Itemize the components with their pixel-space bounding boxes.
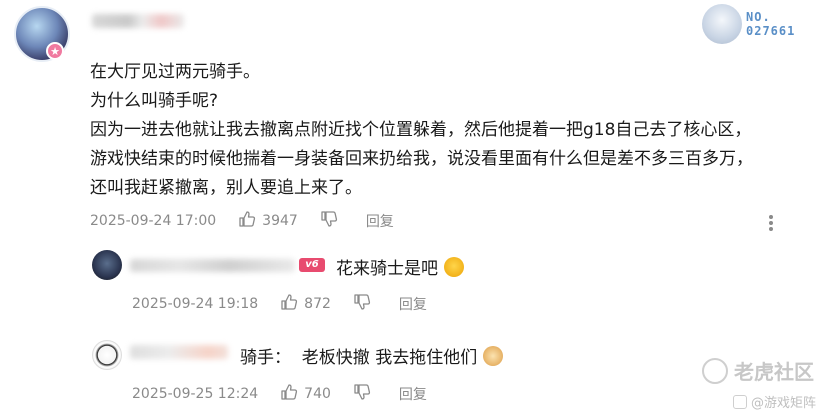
reply-meta: 2025-09-24 19:18 872 回复	[132, 293, 427, 315]
reply-username-blurred[interactable]	[130, 345, 228, 359]
comment-body: 在大厅见过两元骑手。 为什么叫骑手呢? 因为一进去他就让我去撤离点附近找个位置躲…	[90, 58, 790, 203]
level-badge: v6	[299, 258, 325, 272]
reply-button[interactable]: 回复	[366, 211, 394, 231]
platform-logo-icon	[732, 394, 747, 409]
thumbs-up-icon[interactable]	[238, 210, 256, 232]
reply-timestamp: 2025-09-25 12:24	[132, 386, 259, 402]
comment-line: 在大厅见过两元骑手。	[90, 62, 260, 82]
comment-line: 还叫我赶紧撤离，别人要追上来了。	[90, 178, 362, 198]
medal-line-2: 027661	[746, 24, 796, 38]
reply-button[interactable]: 回复	[399, 384, 427, 404]
comment-meta: 2025-09-24 17:00 3947 回复	[90, 210, 394, 232]
watermark-text: 老虎社区	[734, 360, 814, 384]
tiger-logo-icon	[702, 357, 728, 384]
thumbs-up-icon[interactable]	[280, 293, 298, 315]
doge-emoji-icon	[483, 346, 504, 366]
reply-timestamp: 2025-09-24 19:18	[132, 296, 259, 312]
thumbs-up-icon[interactable]	[280, 383, 298, 405]
watermark: 老虎社区	[702, 356, 814, 385]
reply-username-blurred[interactable]	[130, 259, 295, 272]
medal-avatar-icon	[702, 4, 742, 44]
more-options-icon[interactable]	[768, 213, 774, 233]
medal-line-1: NO.	[746, 10, 771, 24]
thumbs-down-icon[interactable]	[320, 210, 338, 232]
emoji-icon	[444, 257, 464, 277]
like-count: 740	[304, 386, 331, 402]
like-count: 872	[304, 296, 331, 312]
comment-line: 为什么叫骑手呢?	[90, 91, 219, 111]
watermark-sub: @游戏矩阵	[732, 392, 816, 411]
reply-button[interactable]: 回复	[399, 294, 427, 314]
reply-avatar[interactable]	[92, 340, 122, 370]
reply-avatar[interactable]	[92, 250, 122, 280]
comment-timestamp: 2025-09-24 17:00	[90, 213, 217, 229]
reply-text: 花来骑士是吧	[336, 254, 464, 279]
username-blurred[interactable]	[92, 14, 184, 28]
like-count: 3947	[262, 213, 298, 229]
thumbs-down-icon[interactable]	[353, 293, 371, 315]
star-badge-icon: ★	[46, 42, 64, 60]
watermark-sub-text: @游戏矩阵	[750, 396, 816, 411]
reply-meta: 2025-09-25 12:24 740 回复	[132, 383, 427, 405]
thumbs-down-icon[interactable]	[353, 383, 371, 405]
fan-medal: NO. 027661	[702, 4, 812, 44]
reply-text: 骑手： 老板快撤 我去拖住他们	[240, 343, 504, 368]
comment-line: 因为一进去他就让我去撤离点附近找个位置躲着，然后他提着一把g18自己去了核心区，	[90, 120, 752, 140]
comment-line: 游戏快结束的时候他揣着一身装备回来扔给我，说没看里面有什么但是差不多三百多万，	[90, 149, 753, 169]
